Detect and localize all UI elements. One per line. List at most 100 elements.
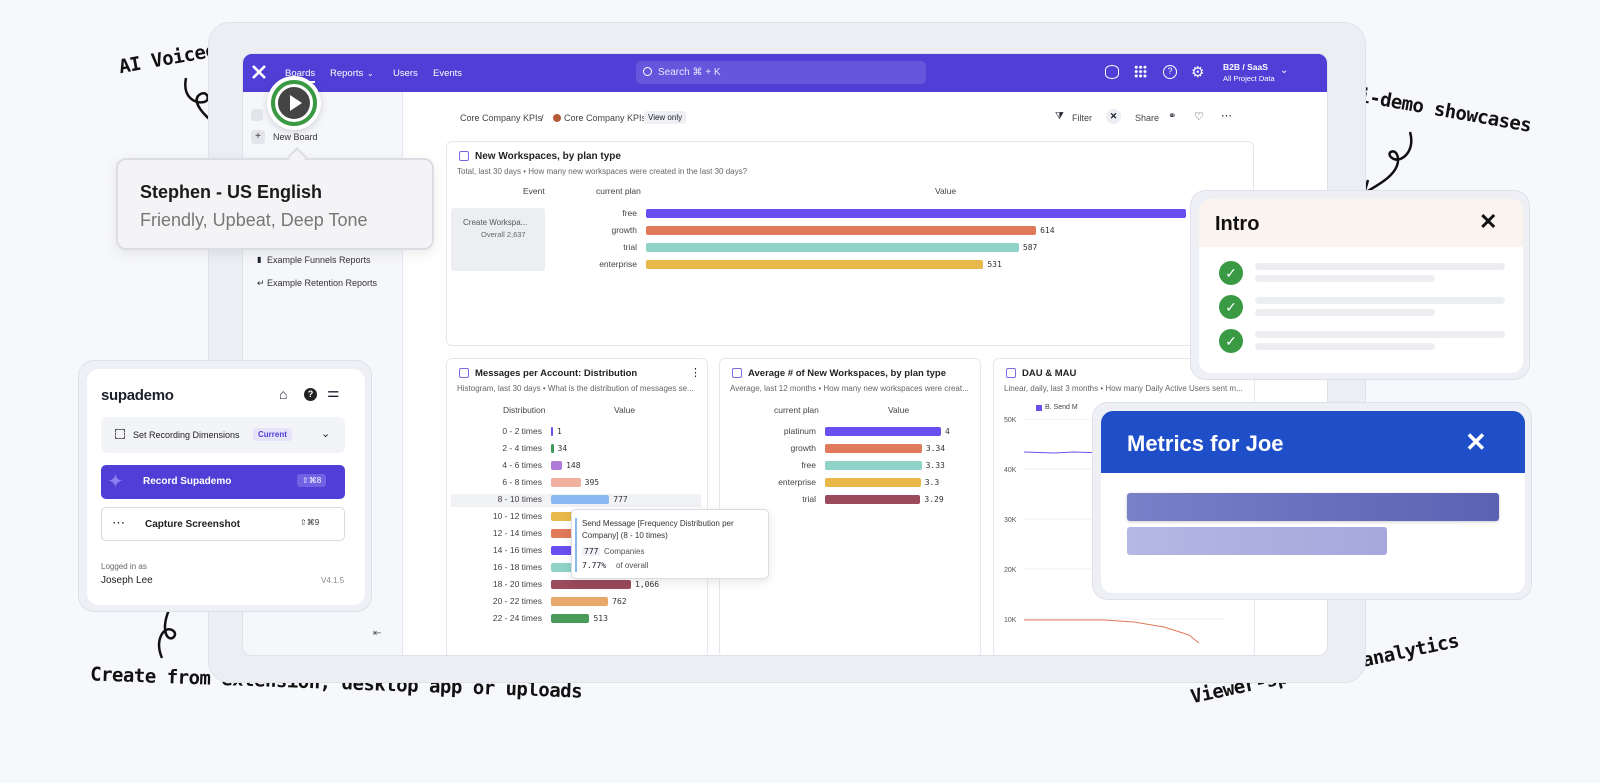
home-icon[interactable]: ⌂ [279, 386, 287, 402]
close-icon[interactable]: ✕ [1479, 209, 1497, 235]
bar[interactable] [551, 478, 581, 487]
voice-style: Friendly, Upbeat, Deep Tone [140, 210, 368, 230]
category-label: 16 - 18 times [492, 562, 542, 572]
skeleton-line [1255, 275, 1435, 282]
category-label: 2 - 4 times [502, 443, 542, 453]
chart-icon: ▮ [257, 255, 262, 264]
bar-value-label: 4 [945, 427, 950, 436]
skeleton-line [1255, 263, 1505, 270]
category-label: trial [623, 242, 637, 252]
check-icon: ✓ [1219, 261, 1243, 285]
bar[interactable] [551, 427, 553, 436]
check-icon: ✓ [1219, 295, 1243, 319]
settings-sliders-icon[interactable]: ⚌ [327, 384, 340, 401]
y-tick: 10K [1004, 617, 1017, 624]
card-new-workspaces: New Workspaces, by plan type Total, last… [446, 141, 1254, 346]
more-icon: ⋯ [112, 515, 125, 530]
bar[interactable] [551, 495, 610, 504]
voiceover-popup[interactable]: Stephen - US English Friendly, Upbeat, D… [116, 158, 434, 250]
category-label: 18 - 20 times [492, 579, 542, 589]
app-logo-icon[interactable]: ✕ [1106, 109, 1121, 124]
y-tick: 20K [1004, 567, 1017, 574]
link-icon[interactable]: ⚭ [1168, 111, 1176, 122]
database-icon[interactable] [1105, 65, 1119, 79]
top-navbar: Boards Reports ⌄ Users Events Search ⌘ +… [243, 54, 1327, 92]
bar-value-label: 762 [612, 597, 627, 606]
breadcrumb-separator: / [541, 113, 544, 123]
intro-showcase: Intro ✕ ✓ ✓ ✓ [1190, 190, 1530, 380]
metrics-title: Metrics for Joe [1127, 431, 1284, 456]
bar-value-label: 531 [987, 260, 1002, 269]
bar[interactable] [551, 614, 590, 623]
y-tick: 40K [1004, 467, 1017, 474]
bar-value-label: 148 [566, 461, 581, 470]
help-icon[interactable]: ? [1163, 65, 1177, 79]
bar[interactable] [551, 597, 609, 606]
board-emoji-icon [553, 114, 561, 122]
bar[interactable] [825, 444, 922, 453]
new-board-link[interactable]: New Board [273, 132, 318, 142]
chevron-down-icon[interactable]: ⌄ [367, 69, 374, 78]
sidebar-item-funnels[interactable]: Example Funnels Reports [267, 255, 371, 265]
help-icon[interactable]: ? [304, 388, 317, 401]
skeleton-line [1255, 309, 1435, 316]
category-label: 22 - 24 times [492, 613, 542, 623]
bar-value-label: 3.29 [924, 495, 944, 504]
nav-events[interactable]: Events [433, 68, 462, 79]
share-button[interactable]: Share [1135, 113, 1159, 123]
metric-bar-1 [1127, 493, 1499, 521]
arrow-icon [1362, 131, 1413, 196]
breadcrumb-current[interactable]: Core Company KPIs [564, 113, 646, 123]
tooltip-title: Send Message [Frequency Distribution per… [582, 519, 734, 540]
retention-icon: ↵ [257, 278, 265, 288]
chart-icon [1006, 368, 1016, 378]
bar[interactable] [646, 260, 984, 269]
bar[interactable] [646, 226, 1037, 235]
sidebar-item-retention[interactable]: Example Retention Reports [267, 278, 377, 288]
bar[interactable] [646, 243, 1019, 252]
category-label: enterprise [599, 259, 637, 269]
category-label: 8 - 10 times [497, 494, 542, 504]
legend-label: B. Send M [1045, 404, 1078, 411]
gear-icon[interactable]: ⚙ [1191, 63, 1204, 81]
nav-users[interactable]: Users [393, 68, 418, 79]
filter-icon[interactable]: ⧩ [1055, 111, 1064, 122]
logged-in-label: Logged in as [101, 562, 147, 571]
sparkle-icon: ✦ [107, 471, 124, 493]
bar-chart-average: platinum 4 growth 3.34 free 3.33 enterprise 3.3… [720, 359, 982, 655]
nav-reports[interactable]: Reports [330, 68, 363, 79]
bar[interactable] [825, 461, 922, 470]
bar[interactable] [551, 444, 554, 453]
capture-screenshot-button[interactable]: ⋯ Capture Screenshot ⇧⌘9 [101, 507, 345, 541]
category-label: 12 - 14 times [492, 528, 542, 538]
chevron-down-icon[interactable]: ⌄ [1280, 65, 1288, 76]
bar[interactable] [825, 478, 921, 487]
filter-button[interactable]: Filter [1072, 113, 1092, 123]
collapse-sidebar-icon[interactable]: ⇤ [373, 628, 381, 639]
bar[interactable] [551, 461, 563, 470]
project-name[interactable]: B2B / SaaS [1223, 62, 1268, 72]
project-scope[interactable]: All Project Data [1223, 74, 1275, 83]
record-supademo-button[interactable]: ✦ Record Supademo ⇧⌘8 [101, 465, 345, 499]
plus-icon[interactable]: + [251, 130, 265, 144]
recording-dimensions-select[interactable]: Set Recording Dimensions Current ⌄ [101, 417, 345, 453]
check-icon: ✓ [1219, 329, 1243, 353]
close-icon[interactable]: ✕ [1465, 427, 1487, 458]
play-button[interactable] [267, 76, 321, 130]
bar-chart-distribution: 0 - 2 times 1 2 - 4 times 34 4 - 6 times 148 6… [447, 359, 709, 655]
bar-value-label: 1 [557, 427, 562, 436]
app-logo-icon[interactable] [251, 64, 267, 80]
category-label: platinum [783, 426, 816, 436]
bar[interactable] [551, 580, 631, 589]
bar[interactable] [825, 495, 921, 504]
card-title[interactable]: DAU & MAU [1022, 368, 1076, 379]
bar[interactable] [646, 209, 1186, 218]
bar[interactable] [825, 427, 941, 436]
more-icon[interactable]: ⋯ [1221, 109, 1232, 122]
grid-icon[interactable] [1134, 65, 1147, 78]
search-input[interactable]: Search ⌘ + K [636, 61, 926, 84]
heart-icon[interactable]: ♡ [1194, 110, 1204, 123]
bar-value-label: 587 [1022, 243, 1038, 252]
breadcrumb-root[interactable]: Core Company KPIs [460, 113, 542, 123]
supademo-extension: supademo ⌂ ? ⚌ Set Recording Dimensions … [78, 360, 372, 612]
